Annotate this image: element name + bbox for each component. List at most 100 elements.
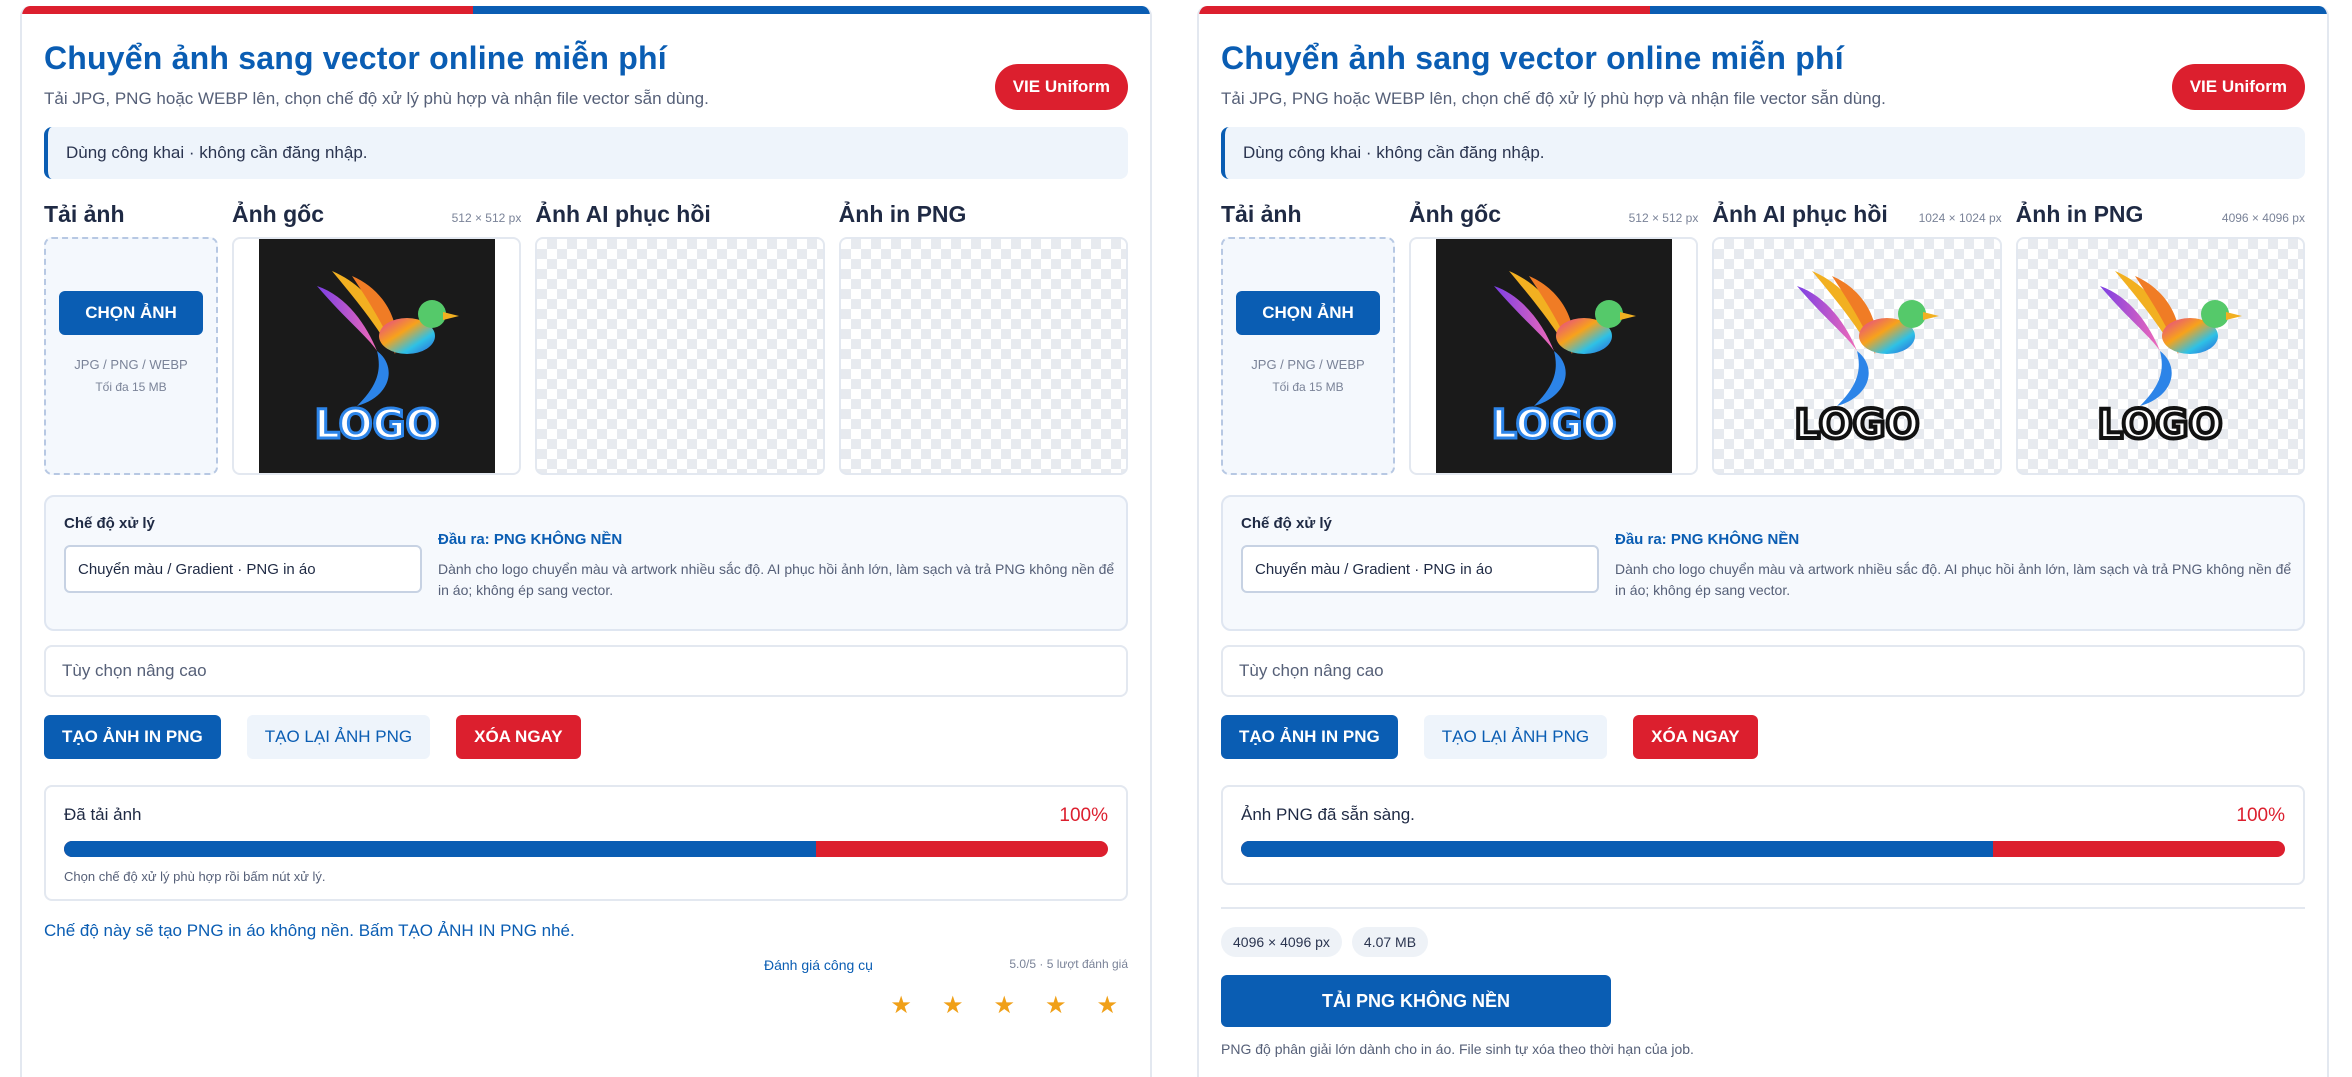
converter-panel-left: Chuyển ảnh sang vector online miễn phí T… bbox=[20, 6, 1152, 1077]
advanced-options-toggle[interactable]: Tùy chọn nâng cao bbox=[1221, 645, 2305, 697]
rating-score: 5.0/5 · 5 lượt đánh giá bbox=[1009, 957, 1128, 971]
original-image-box: LOGO bbox=[232, 237, 522, 475]
upload-formats: JPG / PNG / WEBP bbox=[1251, 357, 1365, 372]
progress-hint: Chọn chế độ xử lý phù hợp rồi bấm nút xử… bbox=[64, 869, 326, 884]
progress-card: Đã tải ảnh 100% Chọn chế độ xử lý phù hợ… bbox=[44, 785, 1128, 901]
mode-description: Dành cho logo chuyển màu và artwork nhiề… bbox=[438, 561, 1115, 598]
result-footnote: PNG độ phân giải lớn dành cho in áo. Fil… bbox=[1221, 1041, 1694, 1057]
restored-column: Ảnh AI phục hồi bbox=[535, 201, 825, 475]
progress-card: Ảnh PNG đã sẵn sàng. 100% bbox=[1221, 785, 2305, 885]
mode-description: Dành cho logo chuyển màu và artwork nhiề… bbox=[1615, 561, 2292, 598]
original-column: Ảnh gốc 512 × 512 px LOGO bbox=[232, 201, 522, 475]
delete-now-button[interactable]: XÓA NGAY bbox=[456, 715, 581, 759]
mode-output: Đầu ra: PNG KHÔNG NỀN bbox=[438, 531, 623, 548]
star-icon[interactable]: ★ bbox=[1045, 991, 1067, 1020]
result-dimensions-badge: 4096 × 4096 px bbox=[1221, 927, 1342, 957]
screenshot-stage: Chuyển ảnh sang vector online miễn phí T… bbox=[0, 0, 2352, 1077]
progress-status: Ảnh PNG đã sẵn sàng. bbox=[1241, 805, 1415, 824]
progress-bar-fill bbox=[1241, 841, 1993, 857]
original-image-box: LOGO bbox=[1409, 237, 1699, 475]
mode-label: Chế độ xử lý bbox=[64, 515, 155, 532]
converter-panel-right: Chuyển ảnh sang vector online miễn phí T… bbox=[1197, 6, 2329, 1077]
result-meta: 4096 × 4096 px 4.07 MB bbox=[1221, 927, 2305, 957]
upload-heading: Tải ảnh bbox=[44, 201, 125, 227]
progress-percent: 100% bbox=[2236, 805, 2285, 826]
print-heading: Ảnh in PNG bbox=[838, 201, 967, 227]
print-column: Ảnh in PNG 4096 × 4096 px LOGO bbox=[2015, 201, 2305, 475]
progress-percent: 100% bbox=[1059, 805, 1108, 826]
restored-image-box: LOGO bbox=[1712, 237, 2002, 475]
star-icon[interactable]: ★ bbox=[942, 991, 964, 1020]
action-buttons: TẠO ẢNH IN PNG TẠO LẠI ẢNH PNG XÓA NGAY bbox=[1221, 715, 2305, 759]
progress-status: Đã tải ảnh bbox=[64, 805, 142, 824]
original-column: Ảnh gốc 512 × 512 px LOGO bbox=[1409, 201, 1699, 475]
create-png-button[interactable]: TẠO ẢNH IN PNG bbox=[44, 715, 221, 759]
processing-mode-card: Chế độ xử lý Chuyển màu / Gradient · PNG… bbox=[1221, 495, 2305, 631]
print-size: 4096 × 4096 px bbox=[2221, 211, 2305, 225]
accent-bar bbox=[22, 6, 1150, 14]
result-filesize-badge: 4.07 MB bbox=[1351, 927, 1429, 957]
print-image-box bbox=[838, 237, 1128, 475]
rating-section: Đánh giá công cụ 5.0/5 · 5 lượt đánh giá… bbox=[44, 941, 1128, 1041]
print-column: Ảnh in PNG bbox=[838, 201, 1128, 475]
upload-column: Tải ảnh CHỌN ẢNH JPG / PNG / WEBP Tối đa… bbox=[1221, 201, 1395, 475]
original-heading: Ảnh gốc bbox=[232, 201, 324, 227]
mode-output: Đầu ra: PNG KHÔNG NỀN bbox=[1615, 531, 1800, 548]
progress-bar bbox=[1241, 841, 2285, 857]
bird-logo-image: LOGO bbox=[1490, 271, 1636, 450]
divider bbox=[1221, 907, 2305, 909]
upload-column: Tải ảnh CHỌN ẢNH JPG / PNG / WEBP Tối đa… bbox=[44, 201, 218, 475]
logo-text: LOGO bbox=[314, 402, 439, 448]
choose-image-button[interactable]: CHỌN ẢNH bbox=[1236, 291, 1380, 335]
upload-formats: JPG / PNG / WEBP bbox=[74, 357, 188, 372]
bird-logo-image: LOGO bbox=[1793, 271, 1939, 450]
restored-heading: Ảnh AI phục hồi bbox=[1712, 201, 1888, 227]
choose-image-button[interactable]: CHỌN ẢNH bbox=[59, 291, 203, 335]
mode-select[interactable]: Chuyển màu / Gradient · PNG in áo bbox=[1241, 545, 1599, 593]
image-columns: Tải ảnh CHỌN ẢNH JPG / PNG / WEBP Tối đa… bbox=[44, 201, 1128, 475]
print-image-box: LOGO bbox=[2015, 237, 2305, 475]
restored-heading: Ảnh AI phục hồi bbox=[535, 201, 711, 227]
page-subtitle: Tải JPG, PNG hoặc WEBP lên, chọn chế độ … bbox=[1221, 89, 1886, 108]
action-buttons: TẠO ẢNH IN PNG TẠO LẠI ẢNH PNG XÓA NGAY bbox=[44, 715, 1128, 759]
logo-text: LOGO bbox=[1795, 402, 1920, 448]
public-notice: Dùng công khai · không cần đăng nhập. bbox=[1221, 127, 2305, 179]
progress-bar-fill bbox=[64, 841, 816, 857]
public-notice: Dùng công khai · không cần đăng nhập. bbox=[44, 127, 1128, 179]
upload-dropzone[interactable]: CHỌN ẢNH JPG / PNG / WEBP Tối đa 15 MB bbox=[1221, 237, 1395, 475]
logo-text: LOGO bbox=[1491, 402, 1616, 448]
progress-bar bbox=[64, 841, 1108, 857]
restored-image-box bbox=[535, 237, 825, 475]
page-title: Chuyển ảnh sang vector online miễn phí bbox=[1221, 40, 1844, 76]
bird-logo-image: LOGO bbox=[2096, 271, 2243, 450]
original-image: LOGO bbox=[1435, 239, 1672, 473]
advanced-options-toggle[interactable]: Tùy chọn nâng cao bbox=[44, 645, 1128, 697]
brand-button[interactable]: VIE Uniform bbox=[2171, 64, 2305, 110]
restored-column: Ảnh AI phục hồi 1024 × 1024 px LOGO bbox=[1712, 201, 2002, 475]
original-size: 512 × 512 px bbox=[1628, 211, 1699, 225]
delete-now-button[interactable]: XÓA NGAY bbox=[1633, 715, 1758, 759]
upload-heading: Tải ảnh bbox=[1221, 201, 1302, 227]
upload-max-size: Tối đa 15 MB bbox=[95, 380, 167, 394]
create-png-button[interactable]: TẠO ẢNH IN PNG bbox=[1221, 715, 1398, 759]
recreate-png-button[interactable]: TẠO LẠI ẢNH PNG bbox=[1423, 715, 1608, 759]
star-icon[interactable]: ★ bbox=[890, 991, 912, 1020]
star-icon[interactable]: ★ bbox=[993, 991, 1015, 1020]
original-image: LOGO bbox=[258, 239, 495, 473]
upload-dropzone[interactable]: CHỌN ẢNH JPG / PNG / WEBP Tối đa 15 MB bbox=[44, 237, 218, 475]
rating-title: Đánh giá công cụ bbox=[764, 957, 873, 973]
image-columns: Tải ảnh CHỌN ẢNH JPG / PNG / WEBP Tối đa… bbox=[1221, 201, 2305, 475]
brand-button[interactable]: VIE Uniform bbox=[994, 64, 1128, 110]
page-title: Chuyển ảnh sang vector online miễn phí bbox=[44, 40, 667, 76]
download-png-button[interactable]: TẢI PNG KHÔNG NỀN bbox=[1221, 975, 1611, 1027]
recreate-png-button[interactable]: TẠO LẠI ẢNH PNG bbox=[246, 715, 431, 759]
mode-select[interactable]: Chuyển màu / Gradient · PNG in áo bbox=[64, 545, 422, 593]
print-heading: Ảnh in PNG bbox=[2015, 201, 2144, 227]
accent-bar bbox=[1199, 6, 2327, 14]
upload-max-size: Tối đa 15 MB bbox=[1272, 380, 1344, 394]
rating-stars: ★ ★ ★ ★ ★ bbox=[890, 991, 1118, 1020]
mode-note: Chế độ này sẽ tạo PNG in áo không nền. B… bbox=[44, 921, 575, 940]
processing-mode-card: Chế độ xử lý Chuyển màu / Gradient · PNG… bbox=[44, 495, 1128, 631]
star-icon[interactable]: ★ bbox=[1096, 991, 1118, 1020]
bird-logo-image: LOGO bbox=[313, 271, 459, 450]
